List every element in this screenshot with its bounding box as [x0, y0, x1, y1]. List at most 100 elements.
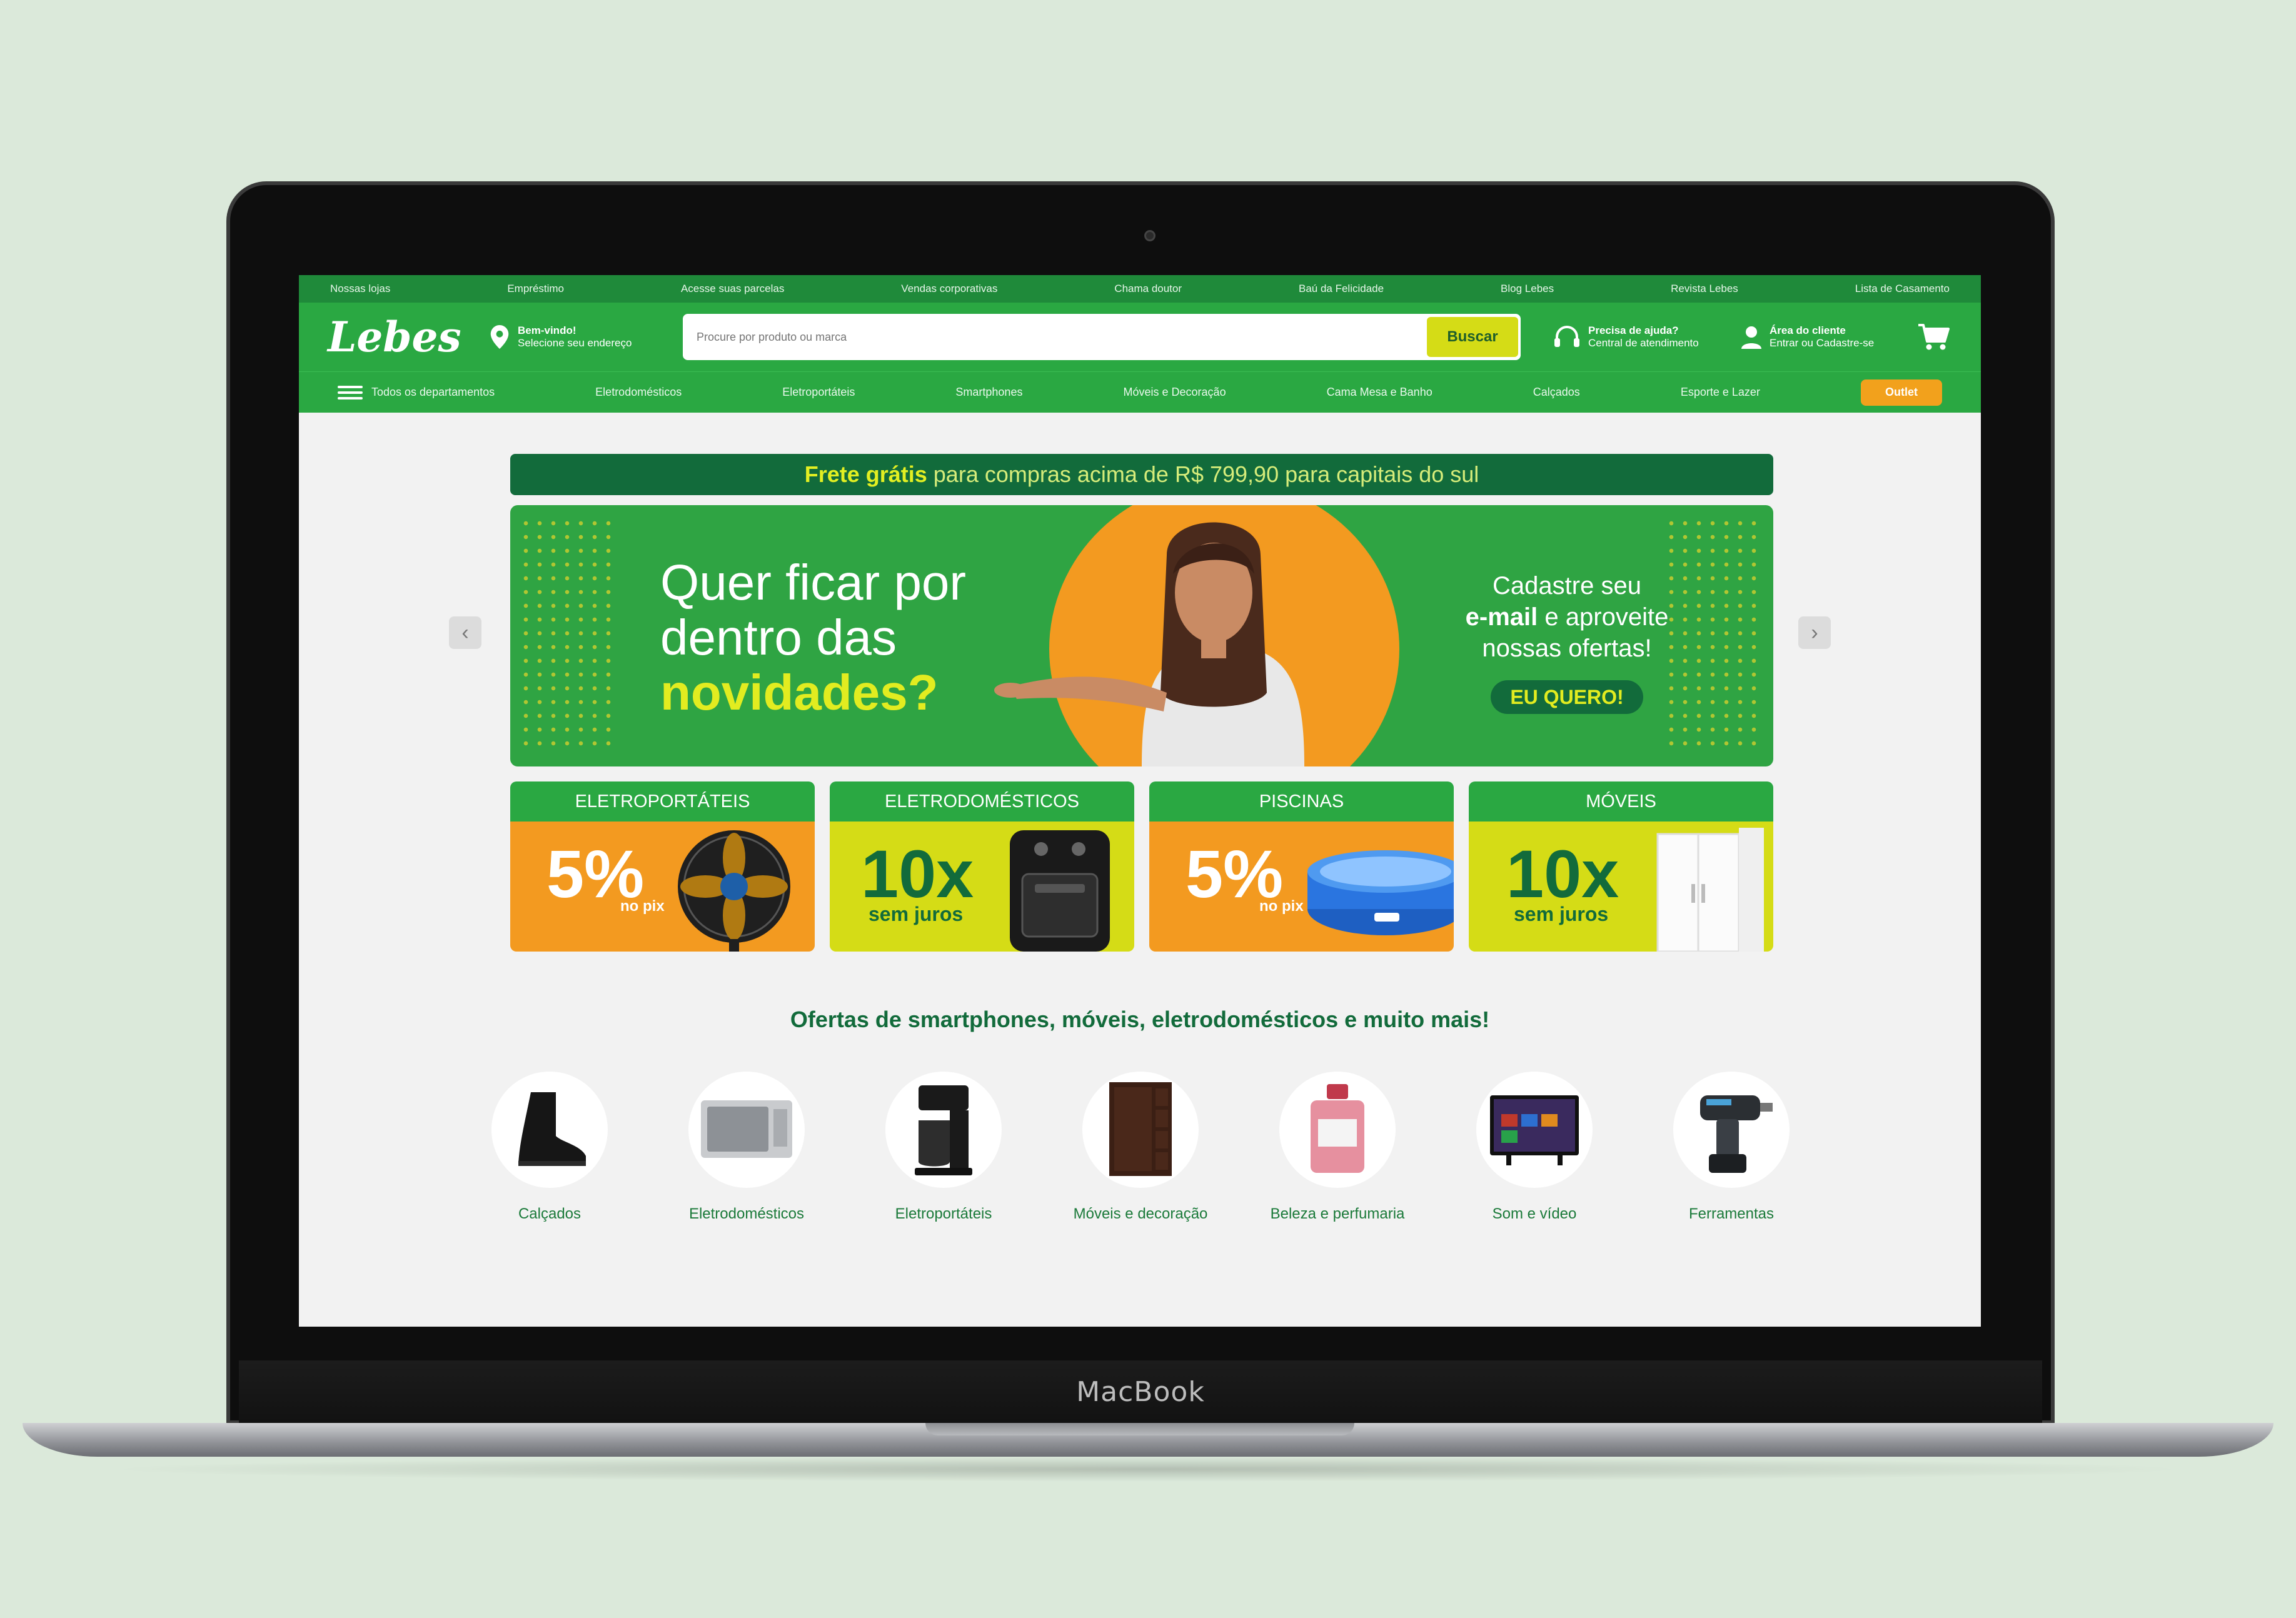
category-image: [1673, 1072, 1790, 1188]
hero-right-line-2: e aproveite: [1544, 603, 1669, 631]
promo-card-title: ELETRODOMÉSTICOS: [830, 781, 1134, 822]
hero-right-bold: e-mail: [1465, 603, 1538, 631]
search-input[interactable]: [697, 330, 1427, 344]
nav-calcados[interactable]: Calçados: [1533, 386, 1580, 399]
promo-cards: ELETROPORTÁTEIS 5% no pix ELETRODOMÉSTIC…: [510, 781, 1773, 952]
top-link-bau-felicidade[interactable]: Baú da Felicidade: [1299, 283, 1384, 295]
promo-card-title: PISCINAS: [1149, 781, 1454, 822]
promo-card-sub: sem juros: [869, 903, 964, 925]
promo-card-moveis[interactable]: MÓVEIS 10x sem juros: [1469, 781, 1773, 952]
air-fryer-image: [1010, 830, 1110, 952]
category-nav: Todos os departamentos Eletrodomésticos …: [299, 371, 1981, 413]
all-departments-label: Todos os departamentos: [371, 386, 495, 398]
browser-screen: Nossas lojas Empréstimo Acesse suas parc…: [299, 275, 1981, 1327]
promo-card-sub: no pix: [620, 898, 665, 915]
camera-icon: [1144, 230, 1156, 241]
top-link-parcelas[interactable]: Acesse suas parcelas: [681, 283, 784, 295]
nav-eletroportateis[interactable]: Eletroportáteis: [782, 386, 855, 399]
carousel-next-button[interactable]: ›: [1798, 616, 1831, 649]
wardrobe-image: [1656, 828, 1764, 952]
chevron-right-icon: ›: [1811, 620, 1818, 645]
top-link-emprestimo[interactable]: Empréstimo: [507, 283, 564, 295]
category-eletroportateis[interactable]: Eletroportáteis: [872, 1072, 1015, 1223]
nav-cama-mesa-banho[interactable]: Cama Mesa e Banho: [1327, 386, 1432, 399]
promo-card-piscinas[interactable]: PISCINAS 5% no pix: [1149, 781, 1454, 952]
promo-card-big: 10x: [1506, 836, 1619, 912]
top-link-revista[interactable]: Revista Lebes: [1671, 283, 1738, 295]
location-selector[interactable]: Bem-vindo! Selecione seu endereço: [490, 324, 678, 349]
site-header: Lebes Bem-vindo! Selecione seu endereço …: [299, 303, 1981, 371]
fan-image: [678, 830, 790, 952]
category-label: Móveis e decoração: [1073, 1205, 1208, 1222]
category-image: [1279, 1072, 1396, 1188]
offers-section-title: Ofertas de smartphones, móveis, eletrodo…: [790, 1007, 1490, 1032]
nav-eletrodomesticos[interactable]: Eletrodomésticos: [595, 386, 682, 399]
account-link[interactable]: Área do cliente Entrar ou Cadastre-se: [1741, 324, 1913, 349]
category-beleza-perfumaria[interactable]: Beleza e perfumaria: [1266, 1072, 1409, 1223]
hero-headline: Quer ficar por dentro das novidades?: [660, 555, 966, 720]
promo-card-eletroportateis[interactable]: ELETROPORTÁTEIS 5% no pix: [510, 781, 815, 952]
search-button[interactable]: Buscar: [1427, 317, 1518, 357]
category-image: [885, 1072, 1002, 1188]
category-image: [1082, 1072, 1199, 1188]
hero-woman-illustration: [994, 522, 1304, 766]
promo-card-big: 5%: [546, 836, 645, 912]
cart-icon[interactable]: [1917, 323, 1950, 351]
location-subtitle: Selecione seu endereço: [518, 337, 632, 349]
account-subtitle: Entrar ou Cadastre-se: [1770, 337, 1875, 349]
category-label: Beleza e perfumaria: [1270, 1205, 1405, 1222]
pool-image: [1307, 850, 1454, 935]
account-title: Área do cliente: [1770, 324, 1846, 336]
top-link-lista-casamento[interactable]: Lista de Casamento: [1855, 283, 1950, 295]
hero-right-line-1: Cadastre seu: [1493, 572, 1641, 600]
microwave-icon: [701, 1100, 792, 1158]
category-moveis-decoracao[interactable]: Móveis e decoração: [1069, 1072, 1212, 1223]
chevron-left-icon: ‹: [461, 620, 469, 645]
top-link-blog[interactable]: Blog Lebes: [1501, 283, 1554, 295]
top-links-bar: Nossas lojas Empréstimo Acesse suas parc…: [299, 275, 1981, 303]
category-calcados[interactable]: Calçados: [478, 1072, 622, 1223]
help-link[interactable]: Precisa de ajuda? Central de atendimento: [1553, 324, 1741, 349]
promo-card-title: ELETROPORTÁTEIS: [510, 781, 815, 822]
category-eletrodomesticos[interactable]: Eletrodomésticos: [675, 1072, 818, 1223]
laptop-shadow: [100, 1457, 2195, 1482]
location-pin-icon: [490, 325, 509, 349]
laptop-notch: [925, 1423, 1354, 1435]
outlet-button[interactable]: Outlet: [1860, 379, 1942, 406]
user-icon: [1741, 326, 1761, 349]
drill-icon: [1700, 1095, 1773, 1173]
promo-card-title: MÓVEIS: [1469, 781, 1773, 822]
coffee-maker-icon: [915, 1085, 972, 1175]
laptop-bezel: MacBook: [239, 1360, 2042, 1423]
hero-banner[interactable]: Quer ficar por dentro das novidades? Cad…: [510, 505, 1773, 766]
search-bar: Buscar: [683, 314, 1521, 360]
category-som-video[interactable]: Som e vídeo: [1463, 1072, 1606, 1223]
top-link-nossas-lojas[interactable]: Nossas lojas: [330, 283, 390, 295]
category-label: Ferramentas: [1688, 1205, 1775, 1222]
perfume-icon: [1311, 1084, 1364, 1173]
carousel-prev-button[interactable]: ‹: [449, 616, 481, 649]
help-title: Precisa de ajuda?: [1588, 324, 1679, 336]
nav-esporte-lazer[interactable]: Esporte e Lazer: [1681, 386, 1760, 399]
hero-line-2: dentro das: [660, 610, 897, 665]
help-subtitle: Central de atendimento: [1588, 337, 1699, 349]
tv-icon: [1490, 1095, 1579, 1165]
top-link-chama-doutor[interactable]: Chama doutor: [1114, 283, 1182, 295]
top-link-vendas-corporativas[interactable]: Vendas corporativas: [901, 283, 997, 295]
all-departments-menu[interactable]: Todos os departamentos: [338, 385, 495, 399]
boot-icon: [518, 1092, 586, 1166]
category-ferramentas[interactable]: Ferramentas: [1659, 1072, 1803, 1223]
site-logo[interactable]: Lebes: [328, 313, 490, 361]
laptop-brand-label: MacBook: [1076, 1375, 1205, 1408]
dresser-icon: [1109, 1082, 1172, 1176]
nav-smartphones[interactable]: Smartphones: [955, 386, 1022, 399]
promo-card-big: 10x: [861, 836, 974, 912]
nav-moveis-decoracao[interactable]: Móveis e Decoração: [1124, 386, 1226, 399]
headset-icon: [1554, 326, 1579, 347]
promo-card-sub: sem juros: [1514, 903, 1609, 925]
category-label: Eletroportáteis: [895, 1205, 992, 1222]
hero-cta-button[interactable]: EU QUERO!: [1491, 680, 1643, 714]
promo-card-eletrodomesticos[interactable]: ELETRODOMÉSTICOS 10x sem juros: [830, 781, 1134, 952]
category-image: [688, 1072, 805, 1188]
free-shipping-banner: Frete grátis para compras acima de R$ 79…: [510, 454, 1773, 495]
